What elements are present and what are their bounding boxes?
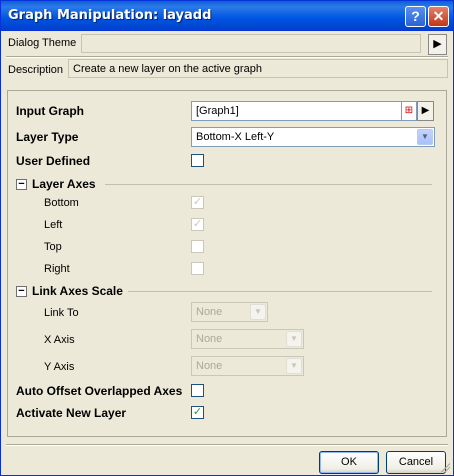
axis-bottom-label: Bottom bbox=[44, 197, 79, 209]
description-text: Create a new layer on the active graph bbox=[68, 59, 448, 78]
dialog-theme-arrow-button[interactable]: ▶ bbox=[428, 34, 447, 55]
layer-axes-label: Layer Axes bbox=[32, 177, 96, 191]
window-title: Graph Manipulation: layadd bbox=[8, 8, 212, 23]
user-defined-label: User Defined bbox=[16, 154, 91, 168]
divider bbox=[6, 444, 448, 446]
dialog-window: Graph Manipulation: layadd ? ✕ Dialog Th… bbox=[0, 0, 454, 476]
help-button[interactable]: ? bbox=[405, 6, 426, 27]
user-defined-checkbox[interactable] bbox=[191, 154, 204, 167]
auto-offset-label: Auto Offset Overlapped Axes bbox=[16, 384, 183, 398]
axis-top-label: Top bbox=[44, 241, 62, 253]
group-divider bbox=[128, 291, 432, 292]
layer-axes-collapse-icon[interactable]: − bbox=[16, 179, 27, 190]
close-button[interactable]: ✕ bbox=[428, 6, 449, 27]
x-axis-select[interactable]: None ▼ bbox=[191, 329, 304, 349]
axis-right-checkbox[interactable] bbox=[191, 262, 204, 275]
layer-type-label: Layer Type bbox=[16, 130, 79, 144]
input-graph-field[interactable]: [Graph1] bbox=[191, 101, 402, 121]
link-to-label: Link To bbox=[44, 307, 79, 319]
axis-bottom-checkbox[interactable]: ✓ bbox=[191, 196, 204, 209]
link-axes-scale-collapse-icon[interactable]: − bbox=[16, 286, 27, 297]
settings-panel: Input Graph [Graph1] ⊞ ▶ Layer Type Bott… bbox=[7, 90, 447, 437]
input-graph-label: Input Graph bbox=[16, 104, 84, 118]
divider bbox=[6, 56, 448, 58]
y-axis-select[interactable]: None ▼ bbox=[191, 356, 304, 376]
link-to-select[interactable]: None ▼ bbox=[191, 302, 268, 322]
title-bar[interactable]: Graph Manipulation: layadd ? ✕ bbox=[1, 1, 453, 31]
axis-top-checkbox[interactable] bbox=[191, 240, 204, 253]
resize-grip-icon[interactable] bbox=[440, 462, 450, 472]
link-to-value: None bbox=[196, 306, 223, 318]
cancel-button[interactable]: Cancel bbox=[386, 451, 446, 474]
axis-left-label: Left bbox=[44, 219, 63, 231]
auto-offset-checkbox[interactable] bbox=[191, 384, 204, 397]
input-graph-arrow-button[interactable]: ▶ bbox=[417, 101, 434, 121]
ok-button[interactable]: OK bbox=[319, 451, 379, 474]
axis-right-label: Right bbox=[44, 263, 70, 275]
axis-left-checkbox[interactable]: ✓ bbox=[191, 218, 204, 231]
layer-type-select[interactable]: Bottom-X Left-Y ▼ bbox=[191, 127, 435, 147]
group-divider bbox=[105, 184, 432, 185]
layer-type-value: Bottom-X Left-Y bbox=[196, 131, 275, 143]
y-axis-value: None bbox=[196, 360, 223, 372]
y-axis-label: Y Axis bbox=[44, 361, 75, 373]
dialog-theme-label: Dialog Theme bbox=[8, 37, 77, 49]
activate-new-layer-checkbox[interactable]: ✓ bbox=[191, 406, 204, 419]
chevron-down-icon: ▼ bbox=[286, 358, 302, 374]
x-axis-value: None bbox=[196, 333, 223, 345]
description-label: Description bbox=[8, 64, 64, 76]
graph-picker-icon[interactable]: ⊞ bbox=[401, 101, 417, 121]
chevron-down-icon: ▼ bbox=[250, 304, 266, 320]
link-axes-scale-label: Link Axes Scale bbox=[32, 284, 123, 298]
dialog-theme-field[interactable] bbox=[81, 34, 421, 53]
chevron-down-icon: ▼ bbox=[417, 129, 433, 145]
activate-new-layer-label: Activate New Layer bbox=[16, 406, 127, 420]
input-graph-value: [Graph1] bbox=[196, 105, 239, 117]
chevron-down-icon: ▼ bbox=[286, 331, 302, 347]
x-axis-label: X Axis bbox=[44, 334, 75, 346]
